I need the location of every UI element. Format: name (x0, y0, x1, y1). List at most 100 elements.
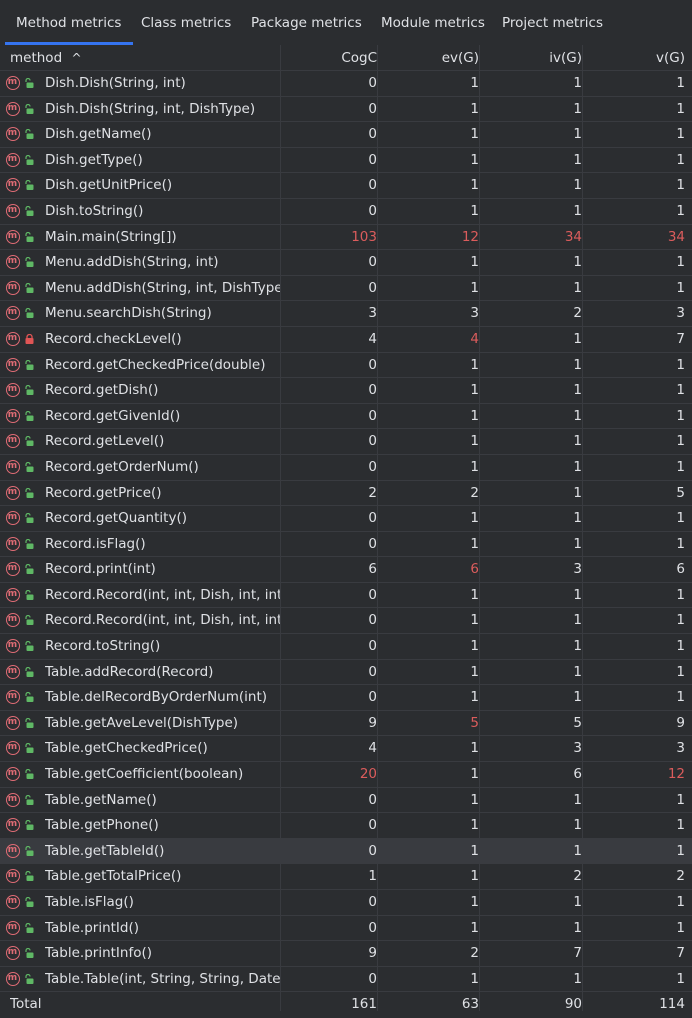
table-row[interactable]: m Table.getCheckedPrice() 4 1 3 3 (0, 736, 692, 763)
method-icon: m (6, 306, 20, 321)
table-row[interactable]: m Record.getPrice() 2 2 1 5 (0, 481, 692, 507)
vg-value: 1 (676, 586, 685, 603)
table-row[interactable]: m Table.delRecordByOrderNum(int) 0 1 1 1 (0, 685, 692, 711)
evg-value: 1 (470, 868, 479, 885)
table-row[interactable]: m Menu.addDish(String, int, DishType) 0 1 1 1 (0, 276, 692, 302)
cogc-value: 0 (368, 817, 377, 834)
table-row[interactable]: m Dish.Dish(String, int) 0 1 1 1 (0, 71, 692, 97)
tab-package-metrics[interactable]: Package metrics (251, 0, 362, 45)
tab-method-metrics[interactable]: Method metrics (4, 0, 134, 45)
public-unlock-icon (25, 538, 34, 549)
method-icon-glyph: m (7, 844, 18, 855)
method-name: Table.getTotalPrice() (45, 868, 182, 885)
table-row[interactable]: m Record.getGivenId() 0 1 1 1 (0, 404, 692, 430)
table-row[interactable]: m Dish.getType() 0 1 1 1 (0, 148, 692, 174)
public-unlock-icon (25, 692, 34, 703)
public-unlock-icon (25, 820, 34, 831)
method-icon-glyph: m (7, 332, 18, 343)
method-name: Dish.Dish(String, int) (45, 75, 186, 91)
table-row[interactable]: m Menu.addDish(String, int) 0 1 1 1 (0, 250, 692, 276)
table-row[interactable]: m Table.getName() 0 1 1 1 (0, 788, 692, 814)
table-row[interactable]: m Table.addRecord(Record) 0 1 1 1 (0, 660, 692, 686)
cogc-value: 3 (368, 305, 377, 322)
table-row[interactable]: m Record.isFlag() 0 1 1 1 (0, 532, 692, 558)
table-row[interactable]: m Record.getQuantity() 0 1 1 1 (0, 506, 692, 532)
table-row[interactable]: m Table.printId() 0 1 1 1 (0, 916, 692, 942)
method-name: Menu.addDish(String, int) (45, 254, 219, 271)
cogc-value: 0 (368, 894, 377, 910)
table-row[interactable]: m Record.getCheckedPrice(double) 0 1 1 1 (0, 353, 692, 379)
column-header-cogc[interactable]: CogC (281, 45, 377, 70)
method-name: Dish.getUnitPrice() (45, 177, 173, 194)
table-row[interactable]: m Record.Record(int, int, Dish, int, int,… (0, 608, 692, 635)
table-row[interactable]: m Table.getPhone() 0 1 1 1 (0, 813, 692, 839)
cogc-value: 0 (368, 638, 377, 655)
method-icon: m (6, 255, 20, 270)
method-icon-glyph: m (7, 793, 18, 804)
public-unlock-icon (25, 794, 34, 805)
table-row[interactable]: m Record.Record(int, int, Dish, int, int)… (0, 583, 692, 609)
method-icon: m (6, 434, 20, 449)
public-unlock-icon (25, 359, 34, 370)
table-row[interactable]: m Table.getAveLevel(DishType) 9 5 5 9 (0, 711, 692, 737)
method-name: Record.getGivenId() (45, 407, 181, 424)
ivg-value: 1 (573, 919, 582, 936)
column-method-label: method (10, 50, 63, 66)
table-row[interactable]: m Record.getOrderNum() 0 1 1 1 (0, 455, 692, 481)
ivg-value: 1 (573, 126, 582, 143)
column-header-vg[interactable]: v(G) (583, 45, 685, 70)
evg-value: 1 (470, 586, 479, 603)
method-name: Table.getTableId() (45, 842, 165, 859)
method-icon-glyph: m (7, 102, 18, 113)
method-icon: m (6, 920, 20, 935)
table-row[interactable]: m Dish.toString() 0 1 1 1 (0, 199, 692, 225)
public-unlock-icon (25, 973, 34, 984)
ivg-value: 1 (573, 894, 582, 910)
cogc-value: 0 (368, 151, 377, 168)
cogc-value: 0 (368, 254, 377, 271)
public-unlock-icon (25, 922, 34, 933)
evg-value: 1 (470, 75, 479, 91)
cogc-value: 0 (368, 663, 377, 680)
table-row[interactable]: m Record.getLevel() 0 1 1 1 (0, 429, 692, 455)
method-icon: m (6, 587, 20, 602)
vg-value: 1 (676, 75, 685, 91)
table-row[interactable]: m Record.print(int) 6 6 3 6 (0, 557, 692, 583)
ivg-value: 1 (573, 638, 582, 655)
table-row[interactable]: m Table.isFlag() 0 1 1 1 (0, 890, 692, 916)
table-row[interactable]: m Record.checkLevel() 4 4 1 7 (0, 327, 692, 353)
table-row[interactable]: m Dish.Dish(String, int, DishType) 0 1 1 1 (0, 97, 692, 123)
column-header-ivg[interactable]: iv(G) (480, 45, 582, 70)
tab-module-metrics[interactable]: Module metrics (381, 0, 485, 45)
table-row[interactable]: m Main.main(String[]) 103 12 34 34 (0, 225, 692, 251)
table-row[interactable]: m Table.printInfo() 9 2 7 7 (0, 941, 692, 967)
cogc-value: 0 (368, 75, 377, 91)
table-row[interactable]: m Table.getTableId() 0 1 1 1 (0, 838, 692, 865)
table-row[interactable]: m Record.getDish() 0 1 1 1 (0, 378, 692, 404)
public-unlock-icon (25, 769, 34, 780)
table-row[interactable]: m Record.toString() 0 1 1 1 (0, 634, 692, 660)
method-name: Record.print(int) (45, 561, 156, 578)
table-row[interactable]: m Table.getTotalPrice() 1 1 2 2 (0, 864, 692, 890)
table-row[interactable]: m Dish.getName() 0 1 1 1 (0, 122, 692, 148)
column-header-method[interactable]: method ^ (10, 45, 82, 70)
tab-class-metrics[interactable]: Class metrics (141, 0, 231, 45)
vg-value: 3 (676, 305, 685, 322)
method-name: Table.getPhone() (45, 817, 159, 834)
public-unlock-icon (25, 897, 34, 907)
evg-value: 1 (470, 535, 479, 552)
table-row[interactable]: m Table.getCoefficient(boolean) 20 1 6 12 (0, 762, 692, 788)
column-header-evg[interactable]: ev(G) (378, 45, 479, 70)
vg-value: 1 (676, 638, 685, 655)
evg-value: 1 (470, 766, 479, 783)
vg-value: 5 (676, 484, 685, 501)
table-row[interactable]: m Table.Table(int, String, String, Date, … (0, 967, 692, 993)
table-row[interactable]: m Dish.getUnitPrice() 0 1 1 1 (0, 173, 692, 199)
method-icon: m (6, 203, 20, 218)
public-unlock-icon (25, 78, 34, 88)
method-icon-glyph: m (7, 128, 18, 139)
tab-project-metrics[interactable]: Project metrics (502, 0, 603, 45)
ivg-value: 1 (573, 254, 582, 271)
method-name: Record.checkLevel() (45, 330, 182, 347)
table-row[interactable]: m Menu.searchDish(String) 3 3 2 3 (0, 301, 692, 327)
